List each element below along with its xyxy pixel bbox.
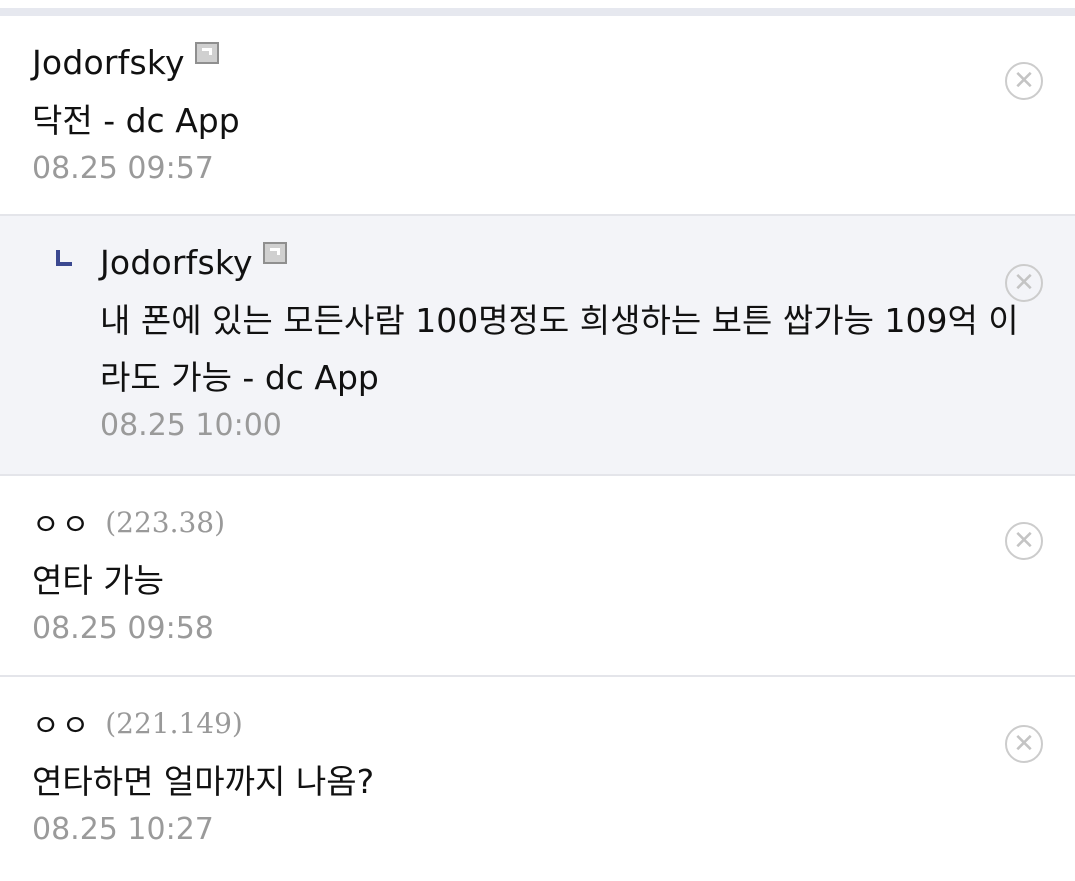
delete-button[interactable]: ✕ [1005, 264, 1043, 302]
gallog-icon[interactable] [194, 42, 219, 64]
comment-date: 08.25 09:58 [32, 611, 214, 646]
delete-button[interactable]: ✕ [1005, 725, 1043, 763]
comment-item: ㅇㅇ (221.149) 연타하면 얼마까지 나옴? 08.25 10:27 ✕ [0, 677, 1075, 873]
comment-content: 연타하면 얼마까지 나옴? [32, 762, 375, 801]
comment-date: 08.25 10:00 [100, 408, 282, 443]
comment-item: ㅇㅇ (223.38) 연타 가능 08.25 09:58 ✕ [0, 476, 1075, 677]
comment-date: 08.25 10:27 [32, 812, 214, 847]
comment-author-row: ㅇㅇ (223.38) [32, 500, 1075, 544]
comment-author[interactable]: ㅇㅇ [32, 500, 91, 544]
comment-author[interactable]: Jodorfsky [32, 43, 185, 82]
comment-author[interactable]: Jodorfsky [100, 243, 253, 282]
close-circle-icon: ✕ [1013, 729, 1035, 759]
close-circle-icon: ✕ [1013, 526, 1035, 556]
comment-date: 08.25 09:57 [32, 151, 214, 186]
reply-comment-item: Jodorfsky 내 폰에 있는 모든사람 100명정도 희생하는 보튼 쌉가… [0, 216, 1075, 476]
comment-ip: (221.149) [105, 706, 243, 740]
comment-author[interactable]: ㅇㅇ [32, 701, 91, 745]
delete-button[interactable]: ✕ [1005, 522, 1043, 560]
top-divider [0, 8, 1075, 16]
comment-author-row: Jodorfsky [100, 240, 1075, 284]
comment-content: 내 폰에 있는 모든사람 100명정도 희생하는 보튼 쌉가능 109억 이라도… [100, 301, 1019, 397]
comment-content: 연타 가능 [32, 561, 164, 600]
comment-content: 닥전 - dc App [32, 101, 240, 140]
comment-ip: (223.38) [105, 505, 226, 539]
comment-item: Jodorfsky 닥전 - dc App 08.25 09:57 ✕ [0, 16, 1075, 216]
close-circle-icon: ✕ [1013, 268, 1035, 298]
comment-author-row: ㅇㅇ (221.149) [32, 701, 1075, 745]
delete-button[interactable]: ✕ [1005, 62, 1043, 100]
gallog-icon[interactable] [262, 242, 287, 264]
reply-arrow-icon [56, 250, 72, 266]
close-circle-icon: ✕ [1013, 66, 1035, 96]
comment-author-row: Jodorfsky [32, 40, 1075, 84]
